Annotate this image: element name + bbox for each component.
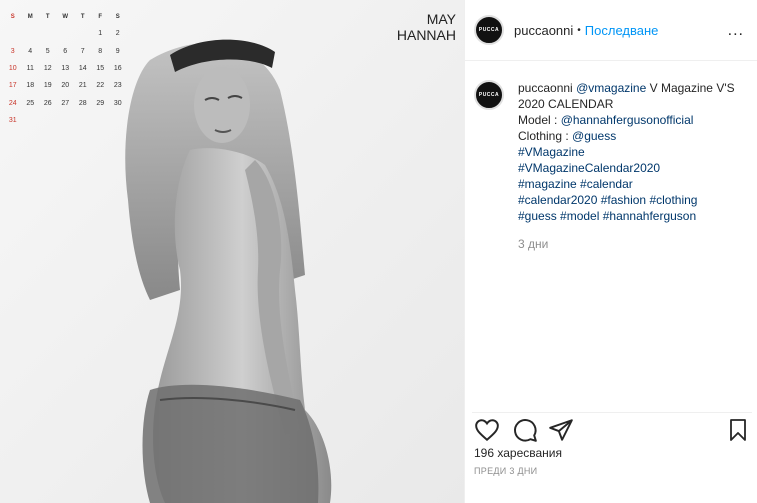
calendar-day: 19 <box>43 82 52 90</box>
post-timestamp: ПРЕДИ 3 ДНИ <box>474 466 538 476</box>
calendar-week-row: 10 11 12 13 14 15 16 <box>4 60 132 77</box>
calendar-day-header: T <box>80 13 85 20</box>
calendar-day: 2 <box>115 30 120 38</box>
comment-icon[interactable] <box>512 417 538 448</box>
calendar-week-row: 24 25 26 27 28 29 30 <box>4 94 132 111</box>
calendar-day: 13 <box>61 65 70 73</box>
avatar-text: PUCCA <box>478 92 500 98</box>
calendar-day: 4 <box>28 47 33 55</box>
calendar-day: 18 <box>26 82 35 90</box>
action-bar <box>472 412 752 442</box>
hashtag-line[interactable]: #guess #model #hannahferguson <box>518 208 738 224</box>
post-photo[interactable]: S M T W T F S 1 2 3 4 5 6 7 8 9 10 11 12 13 14 15 16 17 1… <box>0 0 464 503</box>
calendar-grid: S M T W T F S 1 2 3 4 5 6 7 8 9 10 11 12 13 14 15 16 17 1… <box>4 8 132 129</box>
follow-button[interactable]: Последване <box>585 23 659 38</box>
heart-icon[interactable] <box>474 417 500 448</box>
caption-text: puccaonni @vmagazine V Magazine V'S 2020… <box>518 80 738 252</box>
calendar-day: 17 <box>8 82 17 90</box>
calendar-day: 21 <box>78 82 87 90</box>
caption-avatar[interactable]: PUCCA <box>474 80 504 110</box>
calendar-day: 12 <box>43 65 52 73</box>
model-label: Model : <box>518 113 561 127</box>
calendar-day: 1 <box>98 30 103 38</box>
calendar-month: MAY <box>426 11 456 27</box>
calendar-day: 27 <box>61 99 70 107</box>
calendar-week-row: 17 18 19 20 21 22 23 <box>4 77 132 94</box>
calendar-day: 15 <box>96 65 105 73</box>
model-name: HANNAH <box>396 27 456 43</box>
hashtag-line[interactable]: #calendar2020 #fashion #clothing <box>518 192 738 208</box>
calendar-header-row: S M T W T F S <box>4 8 132 25</box>
calendar-body: 1 2 3 4 5 6 7 8 9 10 11 12 13 14 15 16 17 18 19 20 21 22 23 24 2… <box>4 25 132 129</box>
calendar-day: 3 <box>10 47 15 55</box>
clothing-label: Clothing : <box>518 129 573 143</box>
header-username[interactable]: puccaonni <box>514 23 573 38</box>
calendar-day: 10 <box>8 65 17 73</box>
caption-username[interactable]: puccaonni <box>518 81 573 95</box>
more-options-icon[interactable]: ... <box>728 22 744 40</box>
calendar-day: 8 <box>98 47 103 55</box>
calendar-week-row: 12 <box>4 25 132 42</box>
calendar-day: 24 <box>8 99 17 107</box>
mention-guess[interactable]: @guess <box>572 129 616 143</box>
hashtag-line[interactable]: #magazine #calendar <box>518 176 738 192</box>
calendar-day: 29 <box>96 99 105 107</box>
share-icon[interactable] <box>548 417 574 448</box>
bookmark-icon[interactable] <box>726 417 750 448</box>
post-side-panel: PUCCA puccaonni • Последване ... PUCCA p… <box>464 0 757 503</box>
calendar-day: 9 <box>115 47 120 55</box>
post-header: PUCCA puccaonni • Последване ... <box>465 0 757 61</box>
calendar-day: 5 <box>45 47 50 55</box>
calendar-day: 25 <box>26 99 35 107</box>
calendar-day: 31 <box>8 116 17 124</box>
calendar-day: 14 <box>78 65 87 73</box>
mention-vmagazine[interactable]: @vmagazine <box>576 81 646 95</box>
calendar-day: 30 <box>113 99 122 107</box>
calendar-week-row: 3 4 5 6 7 8 9 <box>4 43 132 60</box>
caption-time[interactable]: 3 дни <box>518 236 738 252</box>
hashtag-line[interactable]: #VMagazine <box>518 144 738 160</box>
calendar-day-header: T <box>45 13 50 20</box>
calendar-day: 11 <box>26 65 34 73</box>
calendar-day-header: M <box>27 13 33 20</box>
calendar-day-header: S <box>10 13 15 20</box>
calendar-day: 26 <box>43 99 52 107</box>
avatar[interactable]: PUCCA <box>474 15 504 45</box>
hashtag-line[interactable]: #VMagazineCalendar2020 <box>518 160 738 176</box>
calendar-day-header: W <box>62 13 69 20</box>
calendar-day: 7 <box>80 47 85 55</box>
separator-dot: • <box>577 24 581 36</box>
calendar-day: 22 <box>96 82 105 90</box>
mention-model[interactable]: @hannahfergusonofficial <box>561 113 694 127</box>
likes-count[interactable]: 196 харесвания <box>474 446 562 460</box>
calendar-day: 23 <box>113 82 122 90</box>
calendar-day-header: F <box>98 13 103 20</box>
calendar-day: 20 <box>61 82 70 90</box>
calendar-week-row: 31 <box>4 112 132 129</box>
calendar-day: 28 <box>78 99 87 107</box>
calendar-day-header: S <box>115 13 120 20</box>
avatar-text: PUCCA <box>478 27 500 33</box>
calendar-day: 16 <box>113 65 122 73</box>
calendar-day: 6 <box>63 47 68 55</box>
post-caption: PUCCA puccaonni @vmagazine V Magazine V'… <box>474 80 744 252</box>
